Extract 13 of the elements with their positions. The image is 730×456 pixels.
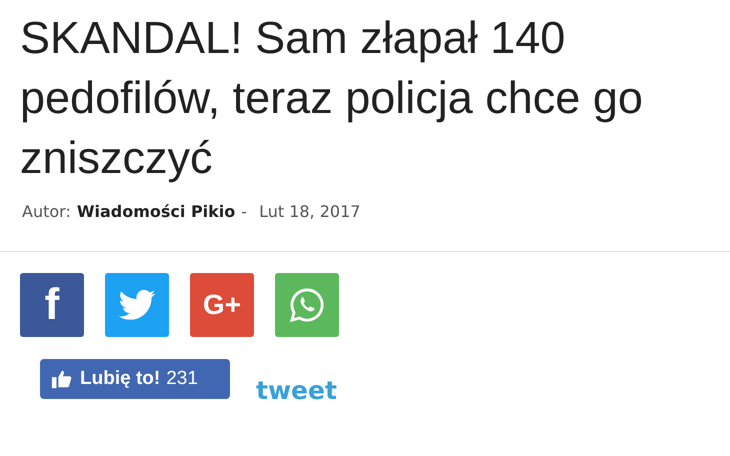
facebook-share-button[interactable]: f: [20, 273, 84, 337]
googleplus-share-button[interactable]: G+: [190, 273, 254, 337]
twitter-share-button[interactable]: [105, 273, 169, 337]
article-title: SKANDAL! Sam złapał 140 pedofilów, teraz policja chce go zniszczyć: [19, 11, 644, 185]
thumbs-up-icon: [50, 368, 74, 390]
author-label: Autor:: [22, 202, 71, 221]
author-name[interactable]: Wiadomości Pikio: [76, 202, 236, 221]
publish-date: Lut 18, 2017: [259, 202, 360, 221]
phone-bubble-icon: [288, 286, 326, 324]
tweet-link[interactable]: tweet: [256, 376, 337, 405]
whatsapp-share-button[interactable]: [275, 273, 339, 337]
like-button[interactable]: Lubię to! 231: [40, 359, 230, 399]
separator: -: [241, 202, 248, 221]
